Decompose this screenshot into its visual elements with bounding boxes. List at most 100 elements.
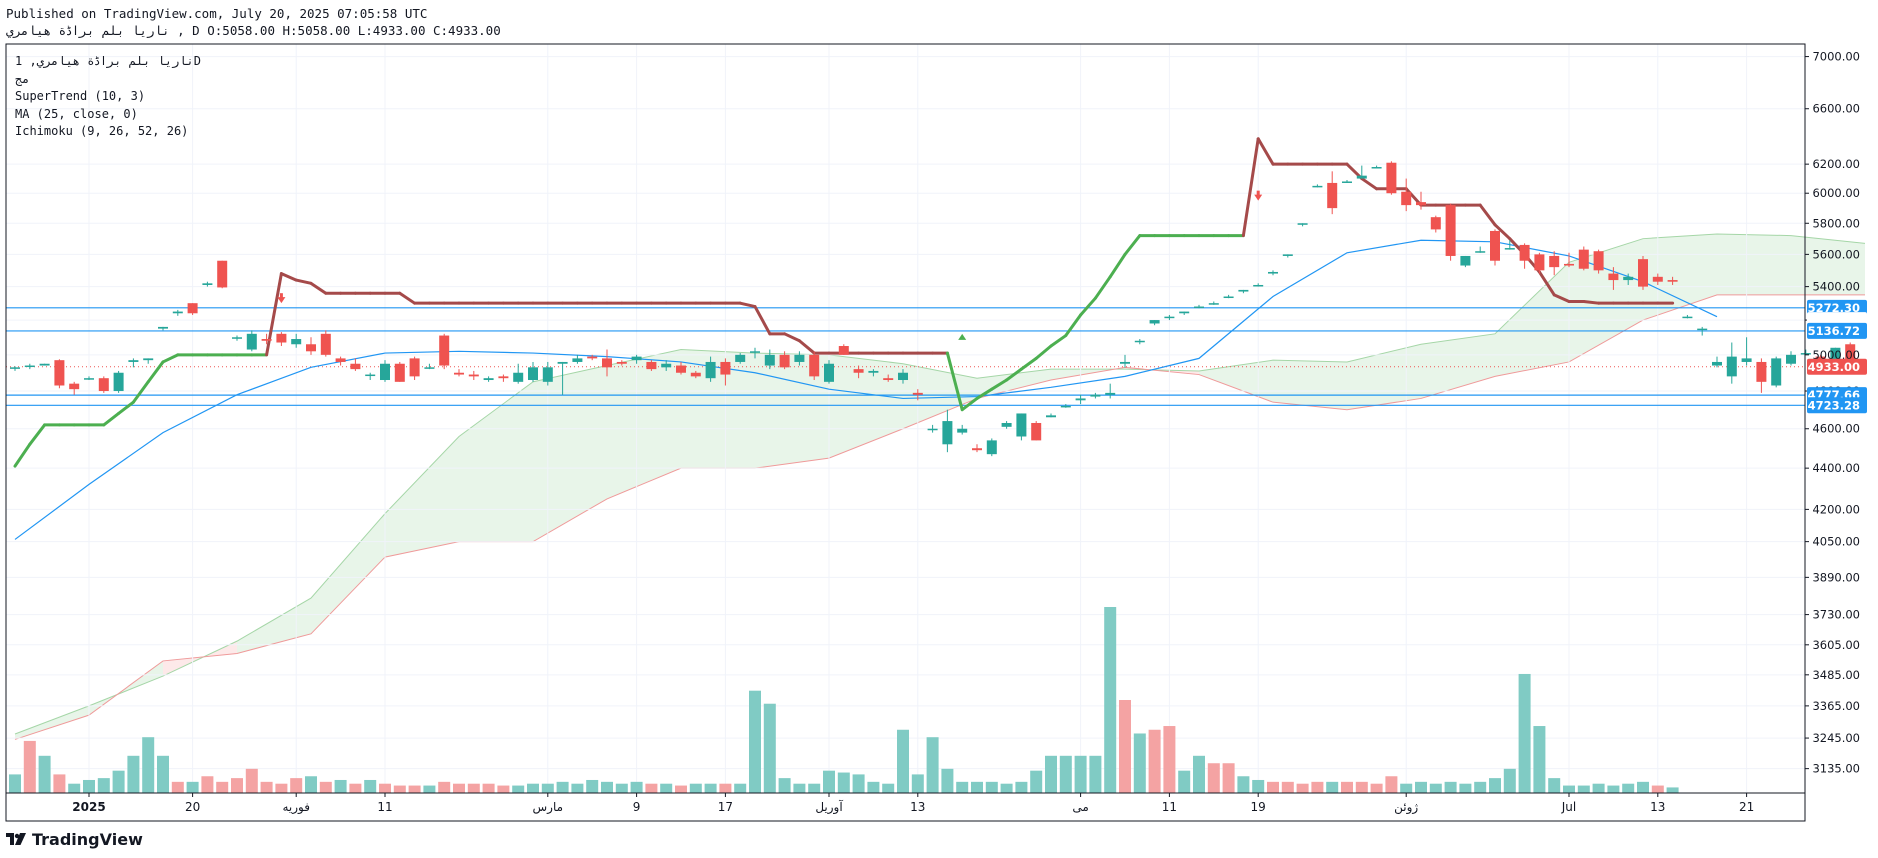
x-tick-label: 20 xyxy=(185,800,200,814)
candle xyxy=(1179,311,1190,315)
volume-bar xyxy=(393,785,406,793)
volume-bar xyxy=(364,779,377,793)
volume-bar xyxy=(1518,673,1531,793)
candle-body xyxy=(528,367,538,381)
candle xyxy=(498,374,509,382)
legend-ma[interactable]: MA (25, close, 0) xyxy=(15,106,201,124)
candle xyxy=(1460,255,1471,268)
volume-bar xyxy=(586,779,599,793)
candle-body xyxy=(1490,230,1500,261)
volume-bar xyxy=(1637,781,1649,793)
volume-bar xyxy=(1607,785,1620,793)
candle-body xyxy=(1475,251,1486,253)
volume-bar xyxy=(512,785,525,793)
price-tag-label: 4933.00 xyxy=(1808,360,1860,374)
volume-bar xyxy=(1089,755,1102,793)
volume-bar xyxy=(1326,781,1339,793)
volume-bar xyxy=(689,783,702,793)
legend-ichimoku[interactable]: Ichimoku (9, 26, 52, 26) xyxy=(15,123,201,141)
cloud-segment xyxy=(607,349,681,499)
volume-bar xyxy=(379,783,391,793)
chart-area[interactable]: 7000.00 6600.00 6200.00 6000.00 5800.00 5600.… xyxy=(0,0,1878,858)
y-tick-label: 3365.00 xyxy=(1812,699,1860,713)
supertrend-segment xyxy=(1256,137,1275,166)
y-tick-label: 4400.00 xyxy=(1812,461,1860,475)
y-tick-label: 4050.00 xyxy=(1812,535,1860,549)
volume-bar xyxy=(142,737,155,793)
candle xyxy=(320,330,331,357)
candle-body xyxy=(720,361,731,375)
candle xyxy=(1075,394,1086,405)
candle-body xyxy=(158,326,168,329)
candle-body xyxy=(172,311,183,314)
candle xyxy=(1475,246,1486,253)
candle xyxy=(1638,255,1648,290)
candle-body xyxy=(853,369,864,373)
volume-bar xyxy=(527,783,539,793)
candle xyxy=(1712,356,1722,368)
candle-body xyxy=(1075,398,1086,401)
supertrend-segment xyxy=(797,339,816,355)
candle xyxy=(380,360,390,382)
tradingview-logo[interactable]: TradingView xyxy=(6,830,143,849)
volume-bar xyxy=(1503,768,1516,793)
volume-bar xyxy=(216,781,229,793)
volume-bar xyxy=(645,783,658,793)
candle-body xyxy=(1623,276,1634,281)
candle-body xyxy=(912,392,923,395)
candle-body xyxy=(972,448,982,451)
tradingview-icon xyxy=(6,832,26,845)
candle-body xyxy=(616,361,627,364)
candle xyxy=(468,370,479,381)
volume-bar xyxy=(201,776,214,793)
candle xyxy=(1120,354,1130,368)
candle xyxy=(1786,351,1796,366)
volume-bar xyxy=(1296,783,1309,793)
volume-bar xyxy=(453,783,465,793)
logo-text: TradingView xyxy=(32,830,143,849)
volume-bar xyxy=(1104,607,1117,793)
candle-body xyxy=(1726,356,1737,377)
candle-body xyxy=(587,356,598,359)
candle xyxy=(69,381,80,395)
candle-body xyxy=(898,372,908,381)
candle-body xyxy=(1756,361,1767,382)
y-tick-label: 7000.00 xyxy=(1812,50,1860,64)
volume-bar xyxy=(778,778,791,793)
candle-body xyxy=(1593,251,1604,271)
supertrend-segment xyxy=(1034,344,1053,360)
legend-supertrend[interactable]: SuperTrend (10, 3) xyxy=(15,88,201,106)
volume-bar xyxy=(1119,700,1131,793)
candle-body xyxy=(1564,263,1574,266)
volume-bar xyxy=(1311,781,1324,793)
candle xyxy=(1682,314,1693,319)
legend-symbol[interactable]: ناريا بلم براڈة هيامري, 1D xyxy=(15,53,201,71)
volume-bar xyxy=(1563,785,1575,793)
candle-body xyxy=(454,372,464,375)
x-tick-label: مارس xyxy=(533,800,564,815)
volume-bar xyxy=(1474,781,1487,793)
cloud-segment xyxy=(1495,262,1569,377)
volume-bar xyxy=(1059,755,1072,793)
x-tick-label: 2025 xyxy=(72,800,105,814)
y-tick-label: 5600.00 xyxy=(1812,247,1860,261)
candle-body xyxy=(942,421,953,445)
candle xyxy=(1194,304,1204,309)
candle-body xyxy=(1356,175,1367,179)
candle xyxy=(39,363,50,366)
cloud-segment xyxy=(1717,234,1791,295)
volume-bar xyxy=(541,783,554,793)
candle-body xyxy=(927,428,938,431)
volume-bar xyxy=(971,781,983,793)
supertrend-segment xyxy=(102,411,121,427)
x-tick-label: 9 xyxy=(633,800,641,814)
candle xyxy=(1238,289,1249,294)
candle-body xyxy=(1430,217,1441,230)
supertrend-segment xyxy=(1019,356,1038,371)
candle-body xyxy=(1712,361,1722,366)
x-tick-label: 11 xyxy=(377,800,392,814)
candle xyxy=(187,303,198,315)
candle xyxy=(1208,301,1219,305)
x-tick-label: 13 xyxy=(910,800,925,814)
candle-body xyxy=(1223,296,1234,299)
